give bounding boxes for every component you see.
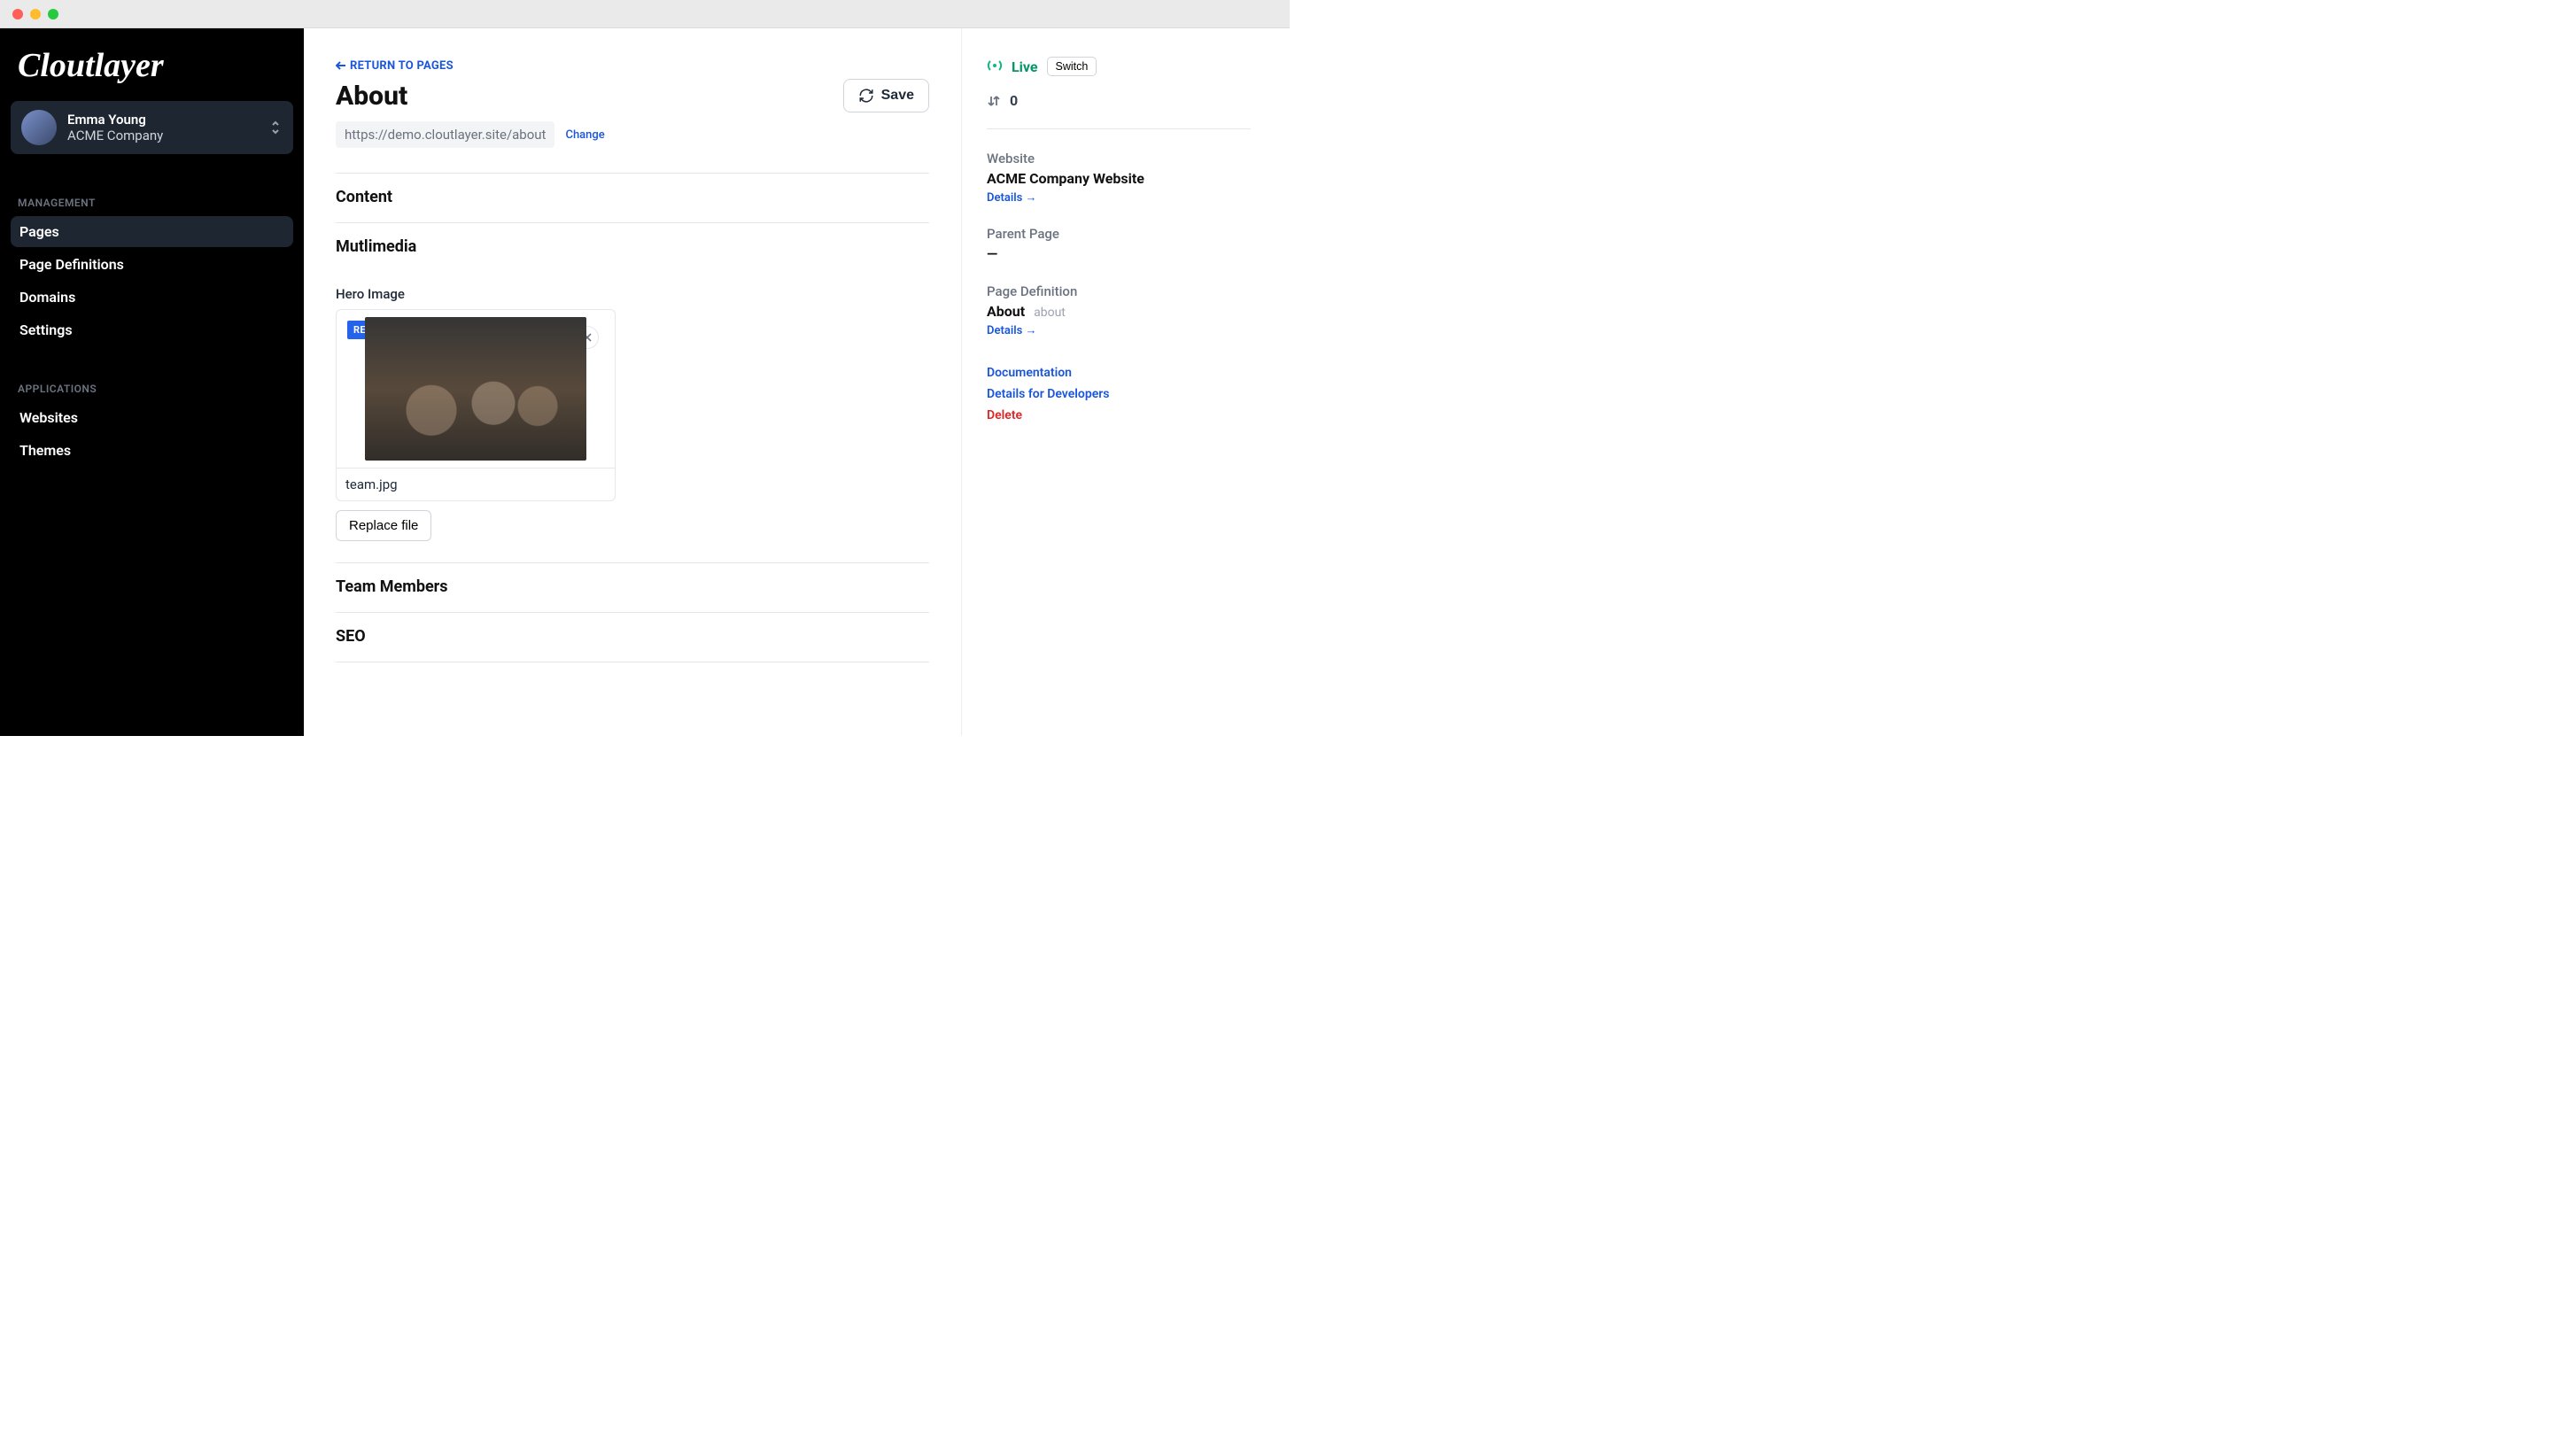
sidebar: Cloutlayer Emma Young ACME Company MANAG… [0,28,304,736]
section-team-members-title: Team Members [336,577,929,596]
website-details-link[interactable]: Details → [987,190,1036,205]
sidebar-section-applications: APPLICATIONS [11,377,293,400]
page-title: About [336,81,407,112]
broadcast-icon [987,58,1003,75]
page-definition-value: About [987,303,1025,320]
sidebar-item-websites[interactable]: Websites [11,402,293,433]
sidebar-section-management: MANAGEMENT [11,191,293,214]
status-live-label: Live [1012,58,1038,75]
section-seo[interactable]: SEO [336,612,929,662]
order-value: 0 [1010,92,1018,109]
details-for-developers-link[interactable]: Details for Developers [987,387,1251,401]
parent-page-value: — [987,245,1251,262]
website-value: ACME Company Website [987,170,1251,187]
section-team-members[interactable]: Team Members [336,562,929,612]
brand-logo: Cloutlayer [11,41,293,101]
sidebar-item-pages[interactable]: Pages [11,216,293,247]
hero-image-label: Hero Image [336,286,929,302]
hero-image-thumbnail[interactable] [365,317,586,461]
documentation-link[interactable]: Documentation [987,366,1251,380]
sidebar-item-themes[interactable]: Themes [11,435,293,466]
parent-page-label: Parent Page [987,226,1251,242]
chevron-up-down-icon [268,119,283,136]
sort-icon [987,94,1001,108]
replace-file-button[interactable]: Replace file [336,510,431,541]
hero-image-card: RECENT team.jpg [336,309,616,501]
change-url-link[interactable]: Change [565,128,604,142]
switch-status-button[interactable]: Switch [1047,57,1097,76]
return-label: RETURN TO PAGES [350,59,454,73]
page-definition-slug: about [1034,306,1066,320]
section-multimedia[interactable]: Mutlimedia [336,222,929,272]
main-content: RETURN TO PAGES About Save https://demo.… [304,28,962,736]
section-multimedia-title: Mutlimedia [336,237,929,256]
save-label: Save [881,88,914,104]
account-switcher[interactable]: Emma Young ACME Company [11,101,293,154]
refresh-icon [858,88,874,104]
page-definition-label: Page Definition [987,283,1251,299]
account-org: ACME Company [67,128,258,143]
side-panel: Live Switch 0 Website ACME Company Websi… [962,28,1290,736]
account-text: Emma Young ACME Company [67,112,258,143]
sidebar-item-settings[interactable]: Settings [11,314,293,345]
sidebar-item-domains[interactable]: Domains [11,282,293,313]
window-zoom-button[interactable] [48,9,58,19]
window-minimize-button[interactable] [30,9,41,19]
delete-link[interactable]: Delete [987,408,1251,422]
hero-image-filename: team.jpg [337,469,615,500]
window-close-button[interactable] [12,9,23,19]
sidebar-item-page-definitions[interactable]: Page Definitions [11,249,293,280]
save-button[interactable]: Save [843,79,929,112]
website-label: Website [987,151,1251,167]
arrow-left-icon [336,61,346,70]
account-name: Emma Young [67,112,258,128]
section-seo-title: SEO [336,627,929,646]
page-url: https://demo.cloutlayer.site/about [336,121,554,148]
window-titlebar [0,0,1290,28]
section-content[interactable]: Content [336,173,929,222]
page-definition-details-link[interactable]: Details → [987,323,1036,337]
avatar [21,110,57,145]
section-content-title: Content [336,188,929,206]
return-to-pages-link[interactable]: RETURN TO PAGES [336,59,454,73]
